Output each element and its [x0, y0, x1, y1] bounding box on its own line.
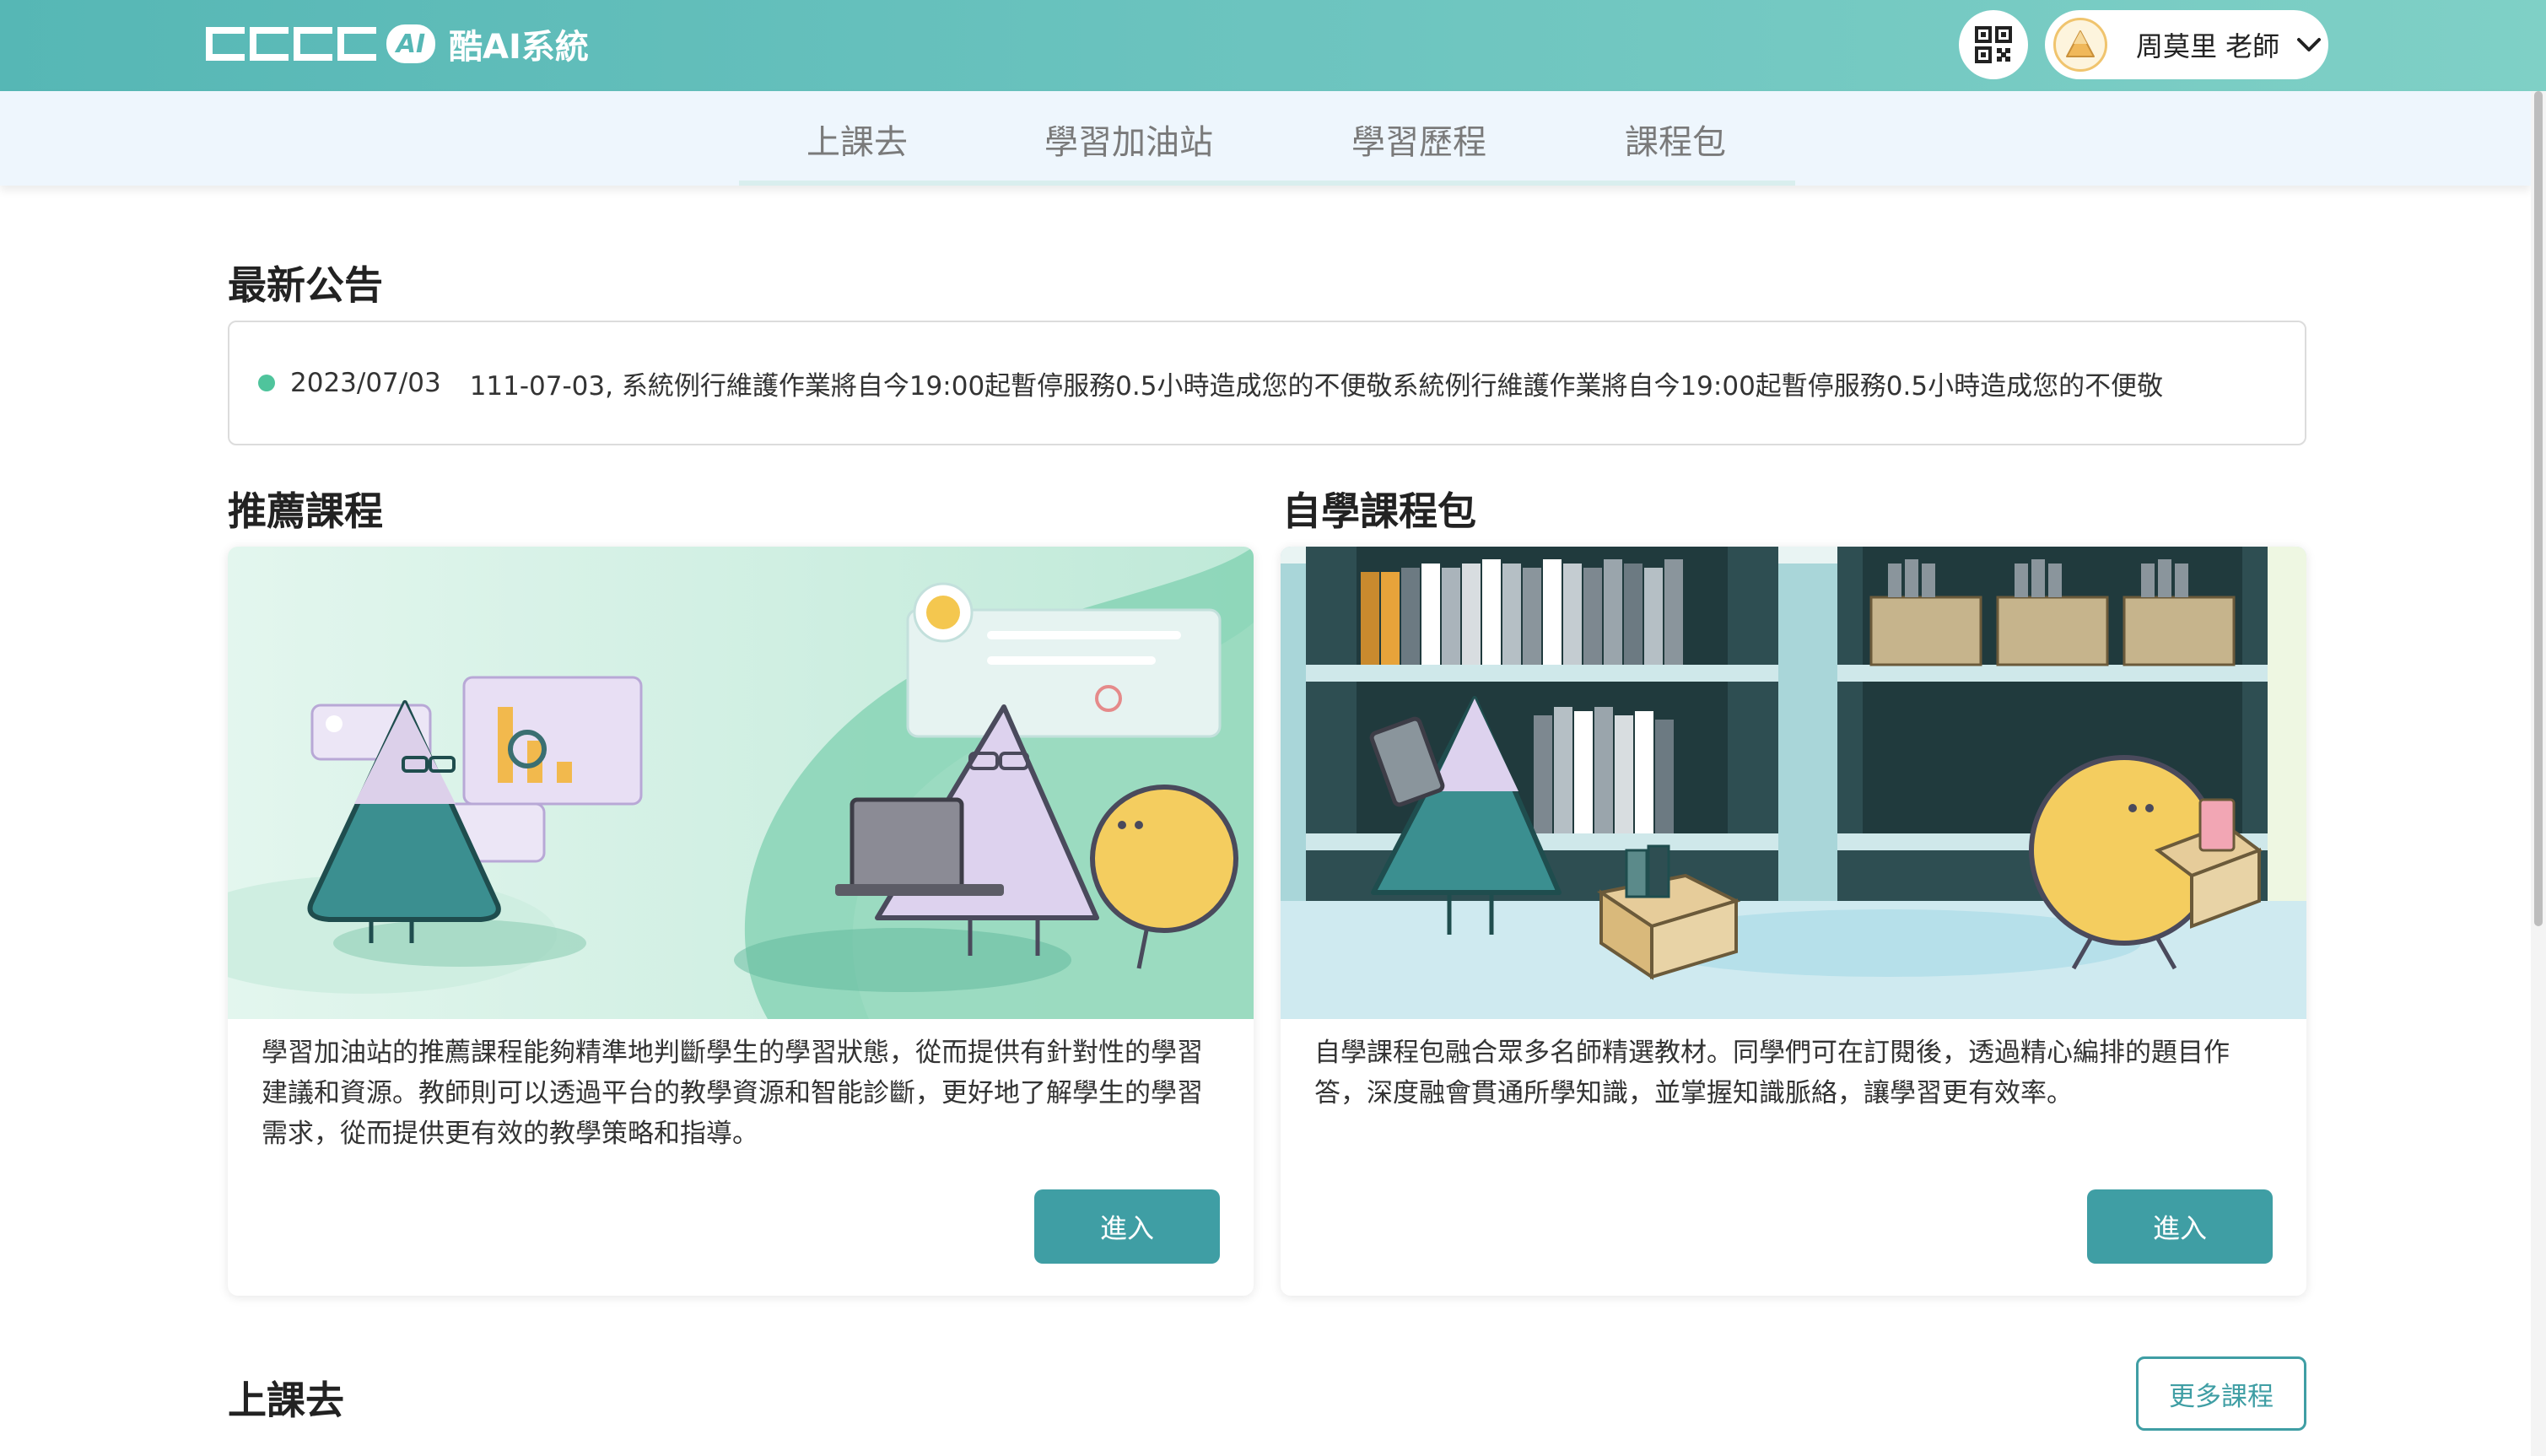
chevron-down-icon[interactable]	[2296, 36, 2322, 53]
user-menu[interactable]: 周莫里 老師	[2045, 10, 2328, 79]
announcement-text: 111-07-03, 系統例行維護作業將自今19:00起暫停服務0.5小時造成您…	[469, 370, 2164, 402]
nav-tab-class[interactable]: 上課去	[806, 115, 908, 164]
logo[interactable]: AI 酷AI系統	[206, 17, 589, 71]
status-dot	[258, 375, 275, 391]
selfstudy-illustration	[1281, 547, 2306, 1019]
nav-tab-learning-history[interactable]: 學習歷程	[1351, 115, 1486, 164]
selfstudy-description: 自學課程包融合眾多名師精選教材。同學們可在訂閱後，透過精心編排的題目作答，深度融…	[1314, 1038, 2230, 1108]
cooc-logo-mark: AI	[206, 24, 435, 63]
classes-title: 上課去	[228, 1378, 344, 1423]
ai-badge: AI	[386, 24, 435, 63]
logo-text: 酷AI系統	[449, 28, 589, 67]
recommended-title: 推薦課程	[228, 488, 383, 534]
main-nav: 上課去 學習加油站 學習歷程 課程包	[0, 91, 2531, 186]
qr-code-button[interactable]	[1959, 10, 2028, 79]
selfstudy-card: 自學課程包融合眾多名師精選教材。同學們可在訂閱後，透過精心編排的題目作答，深度融…	[1281, 547, 2306, 1296]
avatar	[2053, 18, 2107, 72]
more-courses-button[interactable]: 更多課程	[2136, 1356, 2306, 1431]
announcement-date: 2023/07/03	[290, 368, 441, 398]
nav-tab-learning-station[interactable]: 學習加油站	[1044, 115, 1213, 164]
selfstudy-title: 自學課程包	[1282, 488, 1476, 534]
user-name: 周莫里 老師	[2136, 30, 2280, 62]
announcements-title: 最新公告	[228, 262, 383, 308]
recommended-card: 學習加油站的推薦課程能夠精準地判斷學生的學習狀態，從而提供有針對性的學習建議和資…	[228, 547, 1254, 1296]
nav-tabs: 上課去 學習加油站 學習歷程 課程包	[739, 91, 1795, 186]
scrollbar-thumb[interactable]	[2534, 91, 2543, 926]
recommended-enter-button[interactable]: 進入	[1034, 1189, 1220, 1264]
nav-tab-course-pack[interactable]: 課程包	[1625, 115, 1726, 164]
announcement-item[interactable]: 2023/07/03 111-07-03, 系統例行維護作業將自今19:00起暫…	[228, 321, 2306, 445]
qr-code-icon	[1975, 26, 2012, 63]
top-header: AI 酷AI系統 周莫里 老師	[0, 0, 2546, 91]
triangle-avatar-icon	[2066, 30, 2095, 57]
recommended-description: 學習加油站的推薦課程能夠精準地判斷學生的學習狀態，從而提供有針對性的學習建議和資…	[262, 1038, 1203, 1149]
recommended-illustration	[228, 547, 1254, 1019]
selfstudy-enter-button[interactable]: 進入	[2087, 1189, 2273, 1264]
